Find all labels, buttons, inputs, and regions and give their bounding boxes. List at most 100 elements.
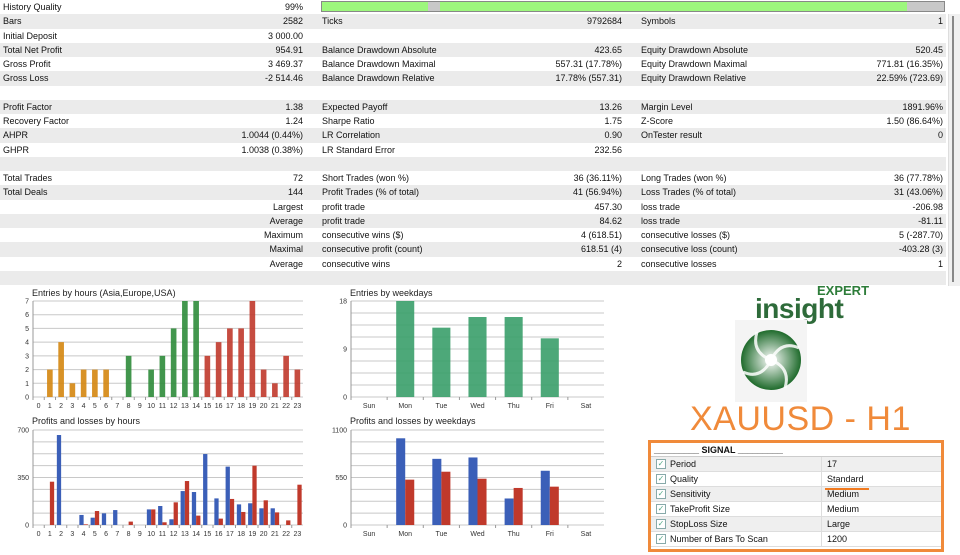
param-value[interactable]: 17 [821, 457, 837, 471]
entries-bar [170, 328, 177, 397]
y-tick-label: 4 [25, 340, 29, 347]
profit-bar [540, 470, 550, 525]
y-tick-label: 0 [25, 523, 29, 530]
loss-bar [241, 511, 246, 525]
stat-value: 771.81 (16.35%) [876, 59, 943, 69]
checkbox-icon[interactable]: ✓ [656, 519, 666, 529]
param-value[interactable]: Standard [821, 472, 864, 486]
loss-bar [218, 518, 223, 525]
signal-header: _________ SIGNAL _________ [651, 443, 941, 457]
entries-bar [238, 328, 244, 397]
profit-bar [180, 491, 185, 525]
x-tick-label: 7 [115, 403, 119, 410]
y-tick-label: 0 [25, 395, 29, 402]
profit-bar [214, 498, 219, 525]
profit-bar [90, 517, 95, 525]
entries-bar [204, 355, 211, 397]
y-tick-label: 0 [343, 523, 347, 530]
stats-row: Maximal consecutive profit (count) 618.51 … [0, 242, 946, 257]
x-tick-label: 13 [181, 531, 189, 538]
x-tick-label: 14 [192, 403, 200, 410]
stat-value: 22.59% (723.69) [876, 73, 943, 84]
stat-value: 1 [937, 16, 943, 27]
signal-row-stoploss-size[interactable]: ✓ StopLoss Size Large [651, 517, 941, 532]
entries-bar [396, 301, 415, 397]
profit-bar [225, 466, 230, 525]
stat-label: GHPR [3, 144, 30, 155]
stat-label: Balance Drawdown Absolute [322, 44, 437, 55]
loss-bar [263, 500, 268, 525]
stat-label: Equity Drawdown Absolute [641, 44, 749, 55]
param-name: TakeProfit Size [670, 504, 731, 514]
stats-row [0, 86, 946, 100]
stat-label: consecutive losses [641, 258, 717, 269]
stat-value: 232.56 [594, 144, 622, 155]
stat-label: OnTester result [641, 130, 703, 141]
x-tick-label: 19 [248, 531, 256, 538]
param-name: Quality [670, 474, 699, 484]
checkbox-icon[interactable]: ✓ [656, 459, 666, 469]
stat-value: 36 (77.78%) [893, 173, 943, 183]
stat-label: consecutive losses ($) [641, 230, 731, 240]
param-name: StopLoss Size [670, 519, 728, 529]
scrollbar-thumb[interactable] [952, 16, 954, 282]
x-tick-label: Sun [363, 531, 376, 538]
stat-value: 13.26 [599, 101, 622, 112]
x-tick-label: Wed [470, 531, 484, 538]
stat-label: History Quality [3, 2, 62, 12]
loss-bar [184, 481, 190, 525]
profit-bar [504, 498, 514, 525]
loss-bar [196, 515, 201, 525]
x-tick-label: 2 [59, 403, 63, 410]
loss-bar [162, 522, 167, 525]
stats-row [0, 156, 946, 171]
y-tick-label: 2 [25, 367, 29, 374]
stat-value: Average [269, 258, 303, 269]
loss-bar [252, 465, 257, 525]
stat-value: Average [269, 215, 303, 226]
stat-label: Equity Drawdown Maximal [641, 59, 748, 69]
stats-row: Maximum consecutive wins ($) 4 (618.51) con… [0, 228, 946, 242]
checkbox-icon[interactable]: ✓ [656, 504, 666, 514]
signal-row-period[interactable]: ✓ Period 17 [651, 457, 941, 472]
stat-value: 954.91 [275, 44, 303, 55]
checkbox-icon[interactable]: ✓ [656, 474, 666, 484]
stats-row: GHPR 1.0038 (0.38%) LR Standard Error 232.5… [0, 143, 946, 157]
stats-row: Total Deals 144 Profit Trades (% of total)… [0, 185, 946, 200]
stat-value: 557.31 (17.78%) [555, 59, 622, 69]
stats-row: AHPR 1.0044 (0.44%) LR Correlation 0.90 OnTe… [0, 128, 946, 143]
entries-by-hours-chart: Entries by hours (Asia,Europe,USA) 0 1 2 3 4 5… [0, 286, 320, 416]
profit-bar [270, 508, 275, 525]
x-tick-label: 11 [159, 403, 166, 410]
stat-value: 1.38 [285, 101, 303, 112]
loss-bar [477, 478, 487, 525]
y-tick-label: 350 [17, 475, 29, 482]
param-value[interactable]: Large [821, 517, 850, 531]
signal-row-quality[interactable]: ✓ Quality Standard [651, 472, 941, 487]
signal-row-takeprofit-size[interactable]: ✓ TakeProfit Size Medium [651, 502, 941, 517]
signal-row-sensitivity[interactable]: ✓ Sensitivity Medium [651, 487, 941, 502]
checkbox-icon[interactable]: ✓ [656, 489, 666, 499]
profit-bar [248, 503, 253, 525]
entries-bar [294, 369, 301, 397]
param-value[interactable]: 1200 [821, 532, 847, 546]
stat-label: Total Net Profit [3, 44, 63, 55]
loss-bar [297, 484, 302, 525]
checkbox-icon[interactable]: ✓ [656, 534, 666, 544]
signal-row-number-of-bars-to-scan[interactable]: ✓ Number of Bars To Scan 1200 [651, 532, 941, 547]
x-tick-label: 15 [203, 403, 211, 410]
entries-bar [260, 369, 267, 397]
entries-bar [283, 355, 289, 397]
x-tick-label: 2 [59, 531, 63, 538]
stat-label: Short Trades (won %) [322, 173, 410, 183]
stat-value: 1.24 [285, 116, 303, 126]
param-value[interactable]: Medium [821, 502, 859, 516]
stat-label: Balance Drawdown Maximal [322, 59, 436, 69]
x-tick-label: 10 [147, 531, 155, 538]
stat-value: 457.30 [594, 201, 622, 212]
scrollbar[interactable] [948, 14, 960, 286]
stats-row: Initial Deposit 3 000.00 [0, 29, 946, 43]
y-tick-label: 6 [25, 312, 29, 319]
stat-value: Largest [272, 201, 303, 212]
signal-settings-panel: _________ SIGNAL _________ ✓ Period 17 ✓ Qua… [648, 440, 944, 552]
